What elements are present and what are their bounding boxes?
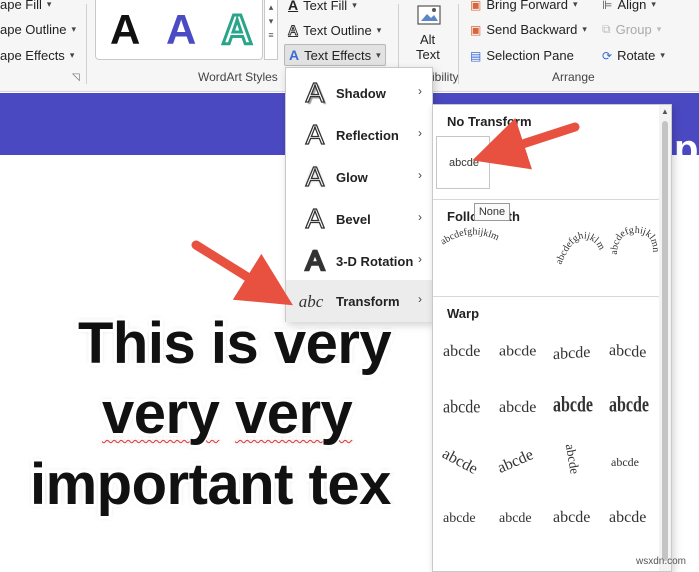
- annotation-arrows: [191, 117, 580, 306]
- arrow-to-transform: [191, 240, 293, 306]
- arrow-to-no-transform: [472, 117, 580, 170]
- watermark: wsxdn.com: [636, 556, 687, 567]
